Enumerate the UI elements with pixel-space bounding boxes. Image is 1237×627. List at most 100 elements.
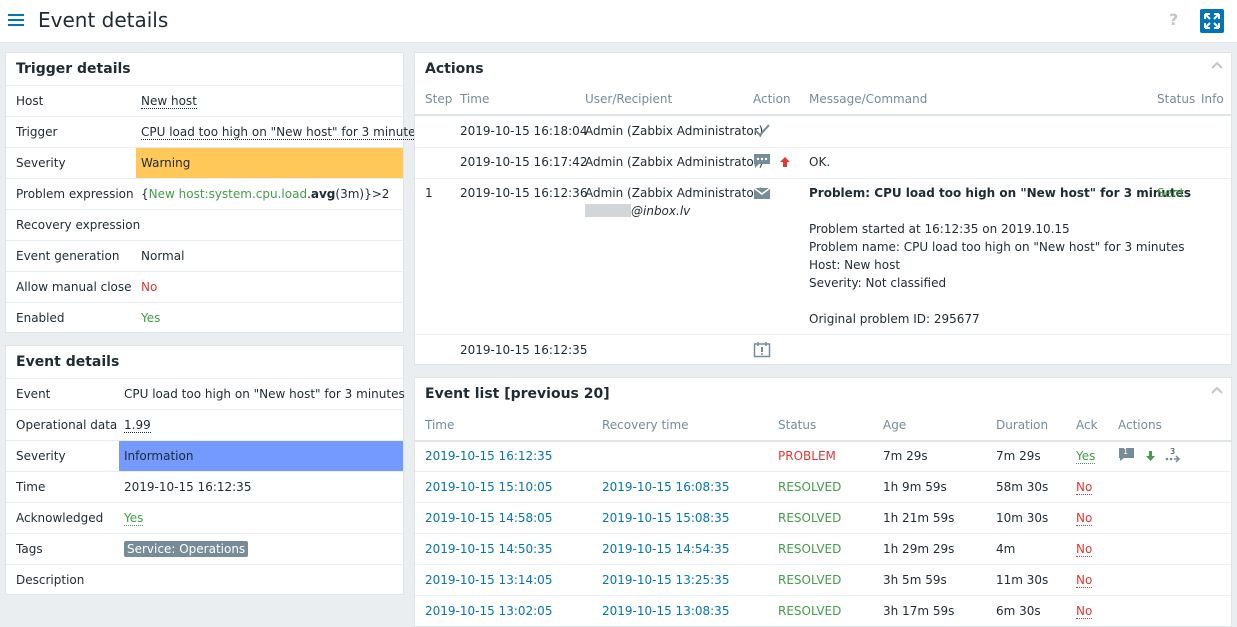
tag-badge: Service: Operations	[124, 541, 249, 557]
recovery-time-link[interactable]: 2019-10-15 15:08:35	[602, 511, 729, 525]
col-header-age: Age	[883, 418, 907, 432]
collapse-chevron-icon[interactable]	[1211, 61, 1223, 69]
trigger-row-trigger: Trigger CPU load too high on "New host" …	[6, 116, 422, 147]
action-user: Admin (Zabbix Administrator)	[585, 155, 764, 169]
action-time: 2019-10-15 16:12:35	[460, 343, 588, 357]
row-divider	[415, 564, 1231, 565]
event-row-tags: Tags Service: Operations	[6, 533, 403, 564]
collapse-chevron-icon[interactable]	[1211, 386, 1223, 394]
expr-item[interactable]: New host:system.cpu.load	[149, 187, 307, 201]
row-label: Host	[16, 94, 44, 108]
recovery-time-link[interactable]: 2019-10-15 16:08:35	[602, 480, 729, 494]
action-step: 1	[425, 186, 433, 200]
col-header-info: Info	[1201, 92, 1224, 106]
trigger-details-title: Trigger details	[16, 61, 131, 77]
row-divider	[415, 178, 1231, 179]
event-age: 1h 9m 59s	[883, 480, 947, 494]
event-duration: 7m 29s	[996, 449, 1041, 463]
recovery-time-link[interactable]: 2019-10-15 13:25:35	[602, 573, 729, 587]
event-details-panel: Event details Event CPU load too high on…	[5, 345, 405, 595]
event-ack-link[interactable]: Yes	[1076, 449, 1096, 464]
event-time-link[interactable]: 2019-10-15 13:02:05	[425, 604, 552, 618]
row-label: Problem expression	[16, 187, 134, 201]
allow-manual-close-value: No	[141, 280, 158, 294]
message-line: Host: New host	[809, 258, 901, 272]
event-ack-link[interactable]: No	[1076, 604, 1093, 619]
row-label: Description	[16, 573, 85, 587]
event-row-time: Time 2019-10-15 16:12:35	[6, 471, 403, 502]
action-time: 2019-10-15 16:17:42	[460, 155, 588, 169]
fullscreen-icon	[1204, 13, 1220, 29]
row-divider	[415, 471, 1231, 472]
event-name-value: CPU load too high on "New host" for 3 mi…	[124, 387, 405, 401]
severity-value: Warning	[141, 156, 191, 170]
event-row-acknowledged: Acknowledged Yes	[6, 502, 403, 533]
row-label: Allow manual close	[16, 280, 132, 294]
event-ack-link[interactable]: No	[1076, 511, 1093, 526]
event-ack-link[interactable]: No	[1076, 480, 1093, 495]
recovery-time-link[interactable]: 2019-10-15 13:08:35	[602, 604, 729, 618]
operational-data-value[interactable]: 1.99	[124, 418, 151, 433]
trigger-link[interactable]: CPU load too high on "New host" for 3 mi…	[141, 125, 422, 140]
event-age: 1h 29m 29s	[883, 542, 955, 556]
event-generation-value: Normal	[141, 249, 185, 263]
col-header-status: Status	[778, 418, 817, 432]
envelope-icon	[753, 187, 771, 199]
redacted-block	[585, 204, 631, 217]
fullscreen-button[interactable]	[1200, 9, 1224, 33]
event-ack-link[interactable]: No	[1076, 542, 1093, 557]
message-icon[interactable]	[753, 153, 771, 169]
host-link[interactable]: New host	[141, 94, 197, 109]
row-divider	[415, 147, 1231, 148]
event-status: PROBLEM	[778, 449, 836, 463]
trigger-row-allow-manual-close: Allow manual close No	[6, 271, 403, 302]
arrow-up-icon	[780, 157, 790, 167]
event-time-link[interactable]: 2019-10-15 15:10:05	[425, 480, 552, 494]
event-status: RESOLVED	[778, 573, 842, 587]
event-duration: 4m	[996, 542, 1016, 556]
acknowledged-link[interactable]: Yes	[124, 511, 144, 526]
message-line: Problem started at 16:12:35 on 2019.10.1…	[809, 222, 1070, 236]
action-time: 2019-10-15 16:18:04	[460, 124, 588, 138]
action-steps-indicator[interactable]: 3	[1164, 447, 1182, 466]
action-user: Admin (Zabbix Administrator)	[585, 124, 764, 138]
trigger-row-host: Host New host	[6, 85, 403, 116]
event-ack-link[interactable]: No	[1076, 573, 1093, 588]
event-actions[interactable]: 1	[1118, 447, 1136, 462]
event-time-link[interactable]: 2019-10-15 13:14:05	[425, 573, 552, 587]
col-header-time: Time	[425, 418, 455, 432]
col-header-message: Message/Command	[809, 92, 928, 106]
event-duration: 11m 30s	[996, 573, 1049, 587]
help-icon[interactable]: ?	[1169, 10, 1178, 29]
event-duration: 58m 30s	[996, 480, 1049, 494]
hamburger-menu-icon[interactable]	[8, 14, 24, 28]
col-header-step: Step	[425, 92, 453, 106]
trigger-row-severity: Severity Warning	[6, 147, 403, 178]
actions-title: Actions	[425, 61, 484, 77]
event-time-link[interactable]: 2019-10-15 14:58:05	[425, 511, 552, 525]
severity-value: Information	[124, 449, 194, 463]
row-label: Tags	[16, 542, 43, 556]
event-time-value: 2019-10-15 16:12:35	[124, 480, 252, 494]
recovery-time-link[interactable]: 2019-10-15 14:54:35	[602, 542, 729, 556]
action-status: Sent	[1157, 186, 1185, 200]
row-divider	[415, 502, 1231, 503]
event-details-title: Event details	[16, 354, 120, 370]
event-time-link[interactable]: 2019-10-15 16:12:35	[425, 449, 552, 463]
message-line: Original problem ID: 295677	[809, 312, 980, 326]
event-status: RESOLVED	[778, 480, 842, 494]
table-header-divider	[415, 440, 1231, 442]
recipient-email: @inbox.lv	[585, 204, 690, 218]
row-divider	[415, 334, 1231, 335]
trigger-row-event-generation: Event generation Normal	[6, 240, 403, 271]
col-header-ack: Ack	[1076, 418, 1098, 432]
trigger-row-problem-expression: Problem expression {New host:system.cpu.…	[6, 178, 403, 209]
row-divider	[415, 533, 1231, 534]
col-header-action: Action	[753, 92, 791, 106]
event-row-operational-data: Operational data 1.99	[6, 409, 403, 440]
row-label: Event generation	[16, 249, 120, 263]
trigger-row-enabled: Enabled Yes	[6, 302, 403, 333]
event-duration: 10m 30s	[996, 511, 1049, 525]
event-age: 7m 29s	[883, 449, 928, 463]
event-time-link[interactable]: 2019-10-15 14:50:35	[425, 542, 552, 556]
